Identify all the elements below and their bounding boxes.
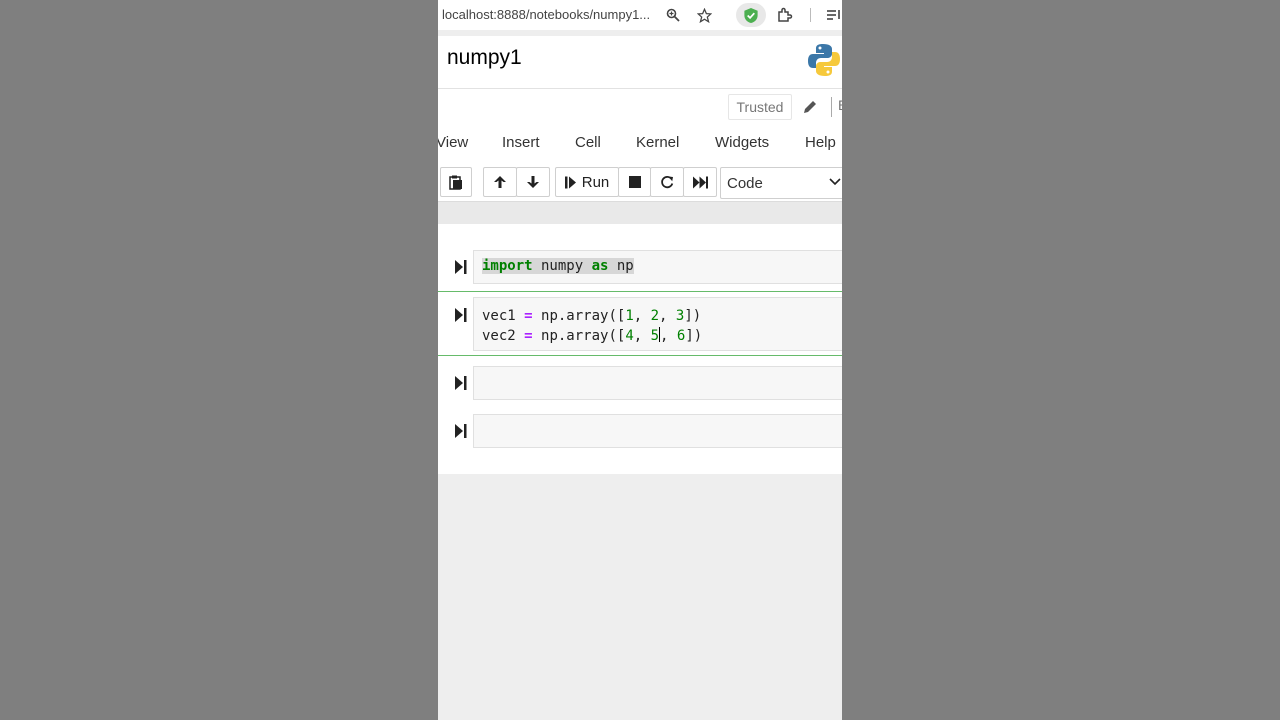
cell-type-select[interactable]: Code: [720, 167, 842, 199]
arrow-up-icon: [494, 176, 506, 188]
notebook-title[interactable]: numpy1: [447, 46, 522, 70]
edit-pencil-icon[interactable]: [800, 97, 820, 117]
menu-view[interactable]: View: [438, 134, 468, 151]
code-editor[interactable]: [473, 366, 842, 400]
restart-kernel-button[interactable]: [650, 167, 684, 197]
left-letterbox: [0, 0, 438, 720]
code-cell-empty[interactable]: [438, 365, 842, 401]
python-logo-icon: [808, 44, 840, 76]
address-bar[interactable]: localhost:8888/notebooks/numpy1...: [438, 0, 842, 30]
menu-bar: View Insert Cell Kernel Widgets Help: [438, 125, 842, 161]
code-cell-empty[interactable]: [438, 413, 842, 449]
paste-icon: [449, 175, 462, 190]
code-cell-selected[interactable]: vec1 = np.array([1, 2, 3]) vec2 = np.arr…: [438, 291, 842, 356]
interrupt-kernel-button[interactable]: [618, 167, 651, 197]
stop-icon: [628, 176, 641, 188]
code-cell[interactable]: import numpy as np: [438, 249, 842, 285]
move-cell-up-button[interactable]: [483, 167, 517, 197]
notebook-status-row: Trusted E: [438, 89, 842, 125]
right-letterbox: [842, 0, 1280, 720]
trusted-badge[interactable]: Trusted: [728, 94, 792, 120]
code-line: vec1 = np.array([1, 2, 3]): [482, 308, 702, 324]
cell-run-icon[interactable]: [455, 376, 467, 390]
code-editor[interactable]: vec1 = np.array([1, 2, 3]) vec2 = np.arr…: [473, 297, 842, 351]
notebook-container: import numpy as np vec1 = np.array([1, 2…: [438, 224, 842, 474]
restart-run-all-button[interactable]: [683, 167, 717, 197]
browser-frame: localhost:8888/notebooks/numpy1... numpy…: [438, 0, 842, 720]
chevron-down-icon: [829, 178, 841, 186]
header-separator: [831, 97, 832, 117]
page-background: [438, 474, 842, 720]
move-cell-down-button[interactable]: [516, 167, 550, 197]
zoom-icon[interactable]: [663, 5, 683, 25]
cell-run-icon[interactable]: [455, 260, 467, 274]
menu-help[interactable]: Help: [805, 134, 836, 151]
code-editor[interactable]: [473, 414, 842, 448]
menu-insert[interactable]: Insert: [502, 134, 540, 151]
code-editor[interactable]: import numpy as np: [473, 250, 842, 284]
menu-cell[interactable]: Cell: [575, 134, 601, 151]
notebook-toolbar: Run Code: [438, 161, 842, 202]
truncated-kernel-indicator: E: [838, 97, 842, 113]
arrow-down-icon: [527, 176, 539, 188]
restart-icon: [661, 176, 674, 189]
toolbar-spacer: [438, 202, 842, 224]
code-line: import numpy as np: [482, 258, 634, 274]
run-button-label: Run: [581, 173, 610, 191]
bookmark-star-icon[interactable]: [694, 5, 714, 25]
toolbar-separator: [810, 8, 811, 22]
step-forward-icon: [564, 176, 576, 188]
extension-shield-icon[interactable]: [736, 3, 766, 27]
cell-run-icon[interactable]: [455, 308, 467, 322]
media-controls-icon[interactable]: [824, 5, 842, 25]
run-button[interactable]: Run: [555, 167, 619, 197]
menu-widgets[interactable]: Widgets: [715, 134, 769, 151]
extensions-puzzle-icon[interactable]: [775, 5, 795, 25]
url-text[interactable]: localhost:8888/notebooks/numpy1...: [442, 7, 650, 22]
fast-forward-icon: [692, 176, 708, 188]
menu-kernel[interactable]: Kernel: [636, 134, 679, 151]
cell-type-value: Code: [727, 175, 763, 192]
notebook-header: numpy1: [438, 36, 842, 89]
code-line: vec2 = np.array([4, 5, 6]): [482, 327, 703, 344]
cell-run-icon[interactable]: [455, 424, 467, 438]
paste-cell-button[interactable]: [440, 167, 472, 197]
